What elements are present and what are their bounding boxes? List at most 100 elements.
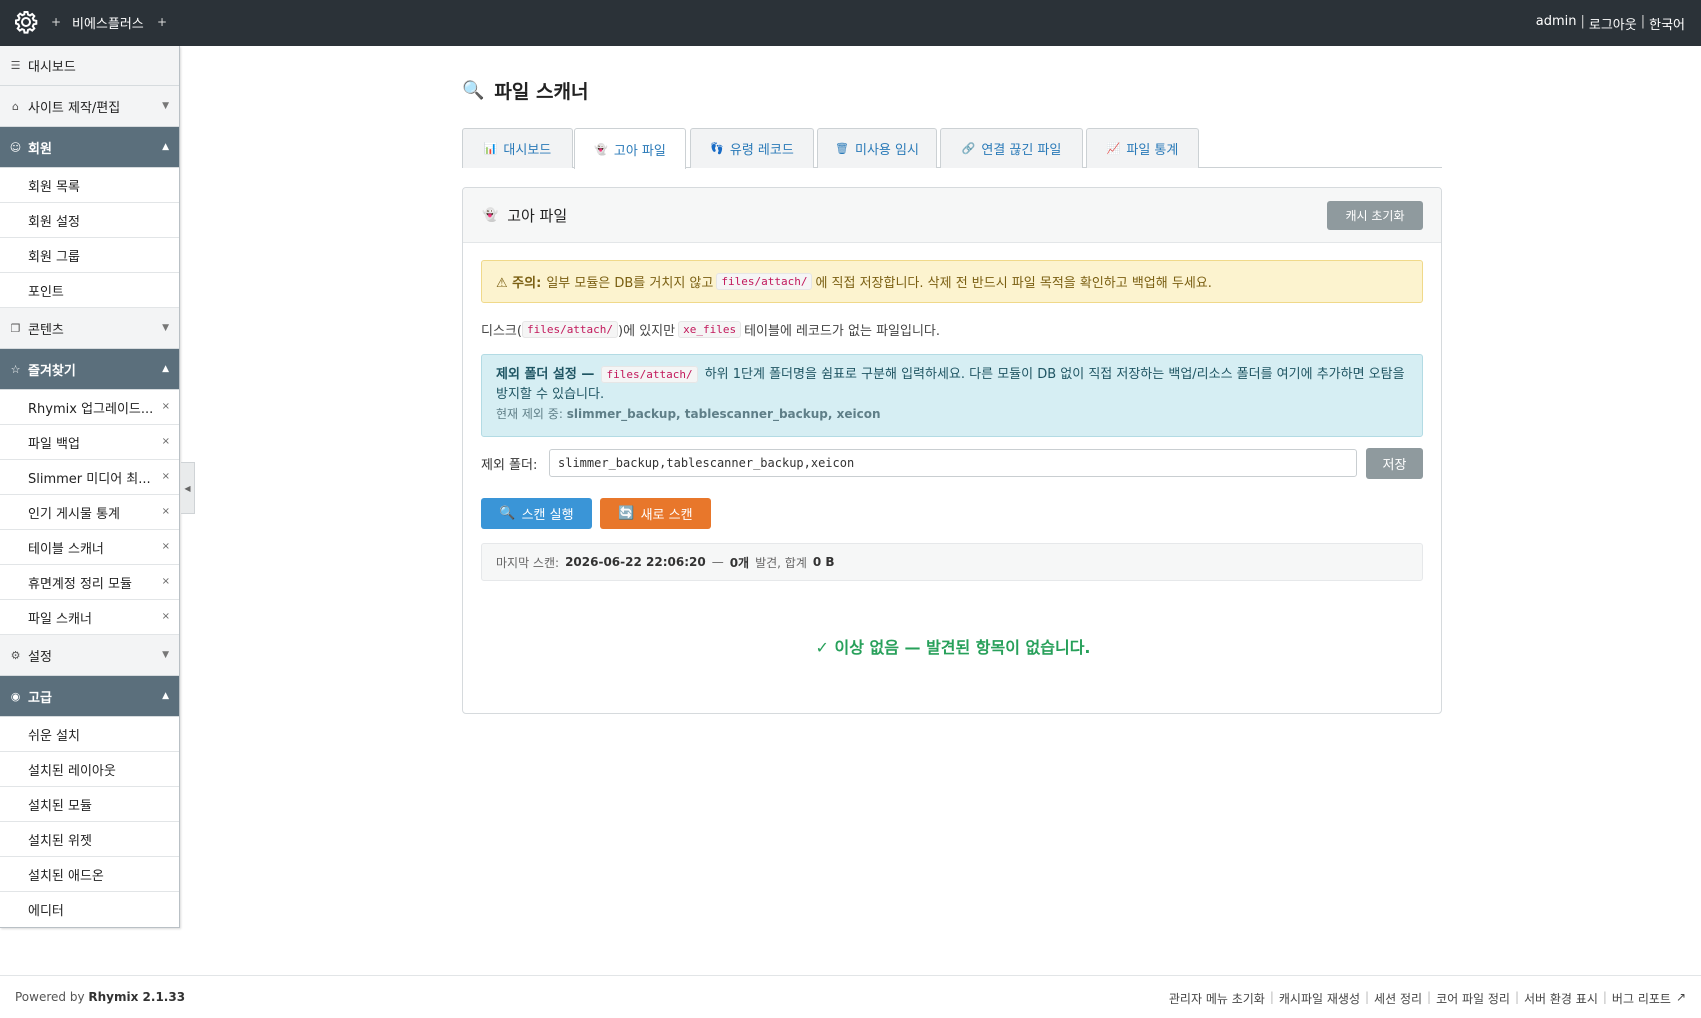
sidebar-item-member-groups[interactable]: 회원 그룹	[0, 238, 179, 273]
run-scan-button[interactable]: 🔍 스캔 실행	[481, 498, 592, 529]
remove-favorite-icon[interactable]: ×	[162, 471, 170, 482]
add-left-button[interactable]: +	[51, 15, 61, 29]
tab-label: 유령 레코드	[729, 143, 794, 158]
bulb-icon: ◉	[10, 689, 21, 703]
footer-link-reset-menu[interactable]: 관리자 메뉴 초기화	[1169, 990, 1265, 1007]
version-link[interactable]: Rhymix 2.1.33	[88, 990, 185, 1004]
remove-favorite-icon[interactable]: ×	[162, 611, 170, 622]
sidebar-collapse-handle[interactable]: ◀	[181, 462, 195, 514]
sidebar-item-widgets[interactable]: 설치된 위젯	[0, 822, 179, 857]
sidebar-item-label: 설치된 레이아웃	[28, 763, 116, 779]
new-scan-label: 새로 스캔	[640, 508, 693, 523]
sidebar-item-favorite[interactable]: Rhymix 업그레이드... ×	[0, 390, 179, 425]
description: 디스크( files/attach/ )에 있지만 xe_files 테이블에 …	[481, 320, 940, 339]
magnifier-icon: 🔍	[462, 79, 485, 101]
sidebar-item-label: 파일 스캐너	[28, 611, 92, 627]
exclude-folders-input[interactable]: slimmer_backup,tablescanner_backup,xeico…	[549, 449, 1357, 477]
remove-favorite-icon[interactable]: ×	[162, 576, 170, 587]
exclude-field-label: 제외 폴더:	[481, 457, 538, 473]
path-code: files/attach/	[521, 321, 619, 338]
sidebar-item-favorite[interactable]: Slimmer 미디어 최... ×	[0, 460, 179, 495]
sidebar-item-label: 휴면계정 정리 모듈	[28, 576, 132, 592]
tab-unused-temp[interactable]: 🗑 미사용 임시	[817, 128, 937, 168]
footer-link-bug-report[interactable]: 버그 리포트	[1612, 990, 1671, 1007]
sidebar-item-layouts[interactable]: 설치된 레이아웃	[0, 752, 179, 787]
chevron-down-icon: ▼	[162, 101, 169, 111]
exclude-current-value: slimmer_backup, tablescanner_backup, xei…	[566, 407, 881, 421]
sidebar-item-member[interactable]: ☺ 회원 ▲	[0, 127, 179, 168]
remove-favorite-icon[interactable]: ×	[162, 401, 170, 412]
sidebar-item-content[interactable]: ❐ 콘텐츠 ▼	[0, 308, 179, 349]
cache-reset-button[interactable]: 캐시 초기화	[1327, 201, 1423, 230]
sidebar-item-favorite[interactable]: 테이블 스캐너 ×	[0, 530, 179, 565]
last-scan-bar: 마지막 스캔: 2026-06-22 22:06:20 — 0개 발견, 합계 …	[481, 543, 1423, 581]
sidebar-item-favorite[interactable]: 파일 백업 ×	[0, 425, 179, 460]
new-scan-button[interactable]: 🔄 새로 스캔	[600, 498, 711, 529]
site-name-link[interactable]: 비에스플러스	[72, 13, 144, 32]
exclude-info-text: 제외 폴더 설정 — files/attach/ 하위 1단계 폴더명을 쉼표로…	[496, 365, 1408, 405]
chevron-up-icon: ▲	[162, 142, 169, 152]
sidebar-item-favorite[interactable]: 인기 게시물 통계 ×	[0, 495, 179, 530]
sidebar-item-editor[interactable]: 에디터	[0, 892, 179, 927]
warning-label: ⚠ 주의:	[496, 276, 542, 291]
sidebar-item-site-edit[interactable]: ⌂ 사이트 제작/편집 ▼	[0, 86, 179, 127]
exclude-info-box: 제외 폴더 설정 — files/attach/ 하위 1단계 폴더명을 쉼표로…	[481, 354, 1423, 437]
tab-disconnected-files[interactable]: 🔗 연결 끊긴 파일	[940, 128, 1083, 168]
tab-label: 연결 끊긴 파일	[981, 143, 1062, 158]
link-icon: 🔗	[961, 142, 976, 155]
sidebar-item-member-settings[interactable]: 회원 설정	[0, 203, 179, 238]
footer-link-regen-cache[interactable]: 캐시파일 재생성	[1279, 990, 1360, 1007]
sidebar-item-modules[interactable]: 설치된 모듈	[0, 787, 179, 822]
tab-file-stats[interactable]: 📈 파일 통계	[1086, 128, 1199, 168]
tab-dashboard[interactable]: 📊 대시보드	[462, 128, 573, 168]
tab-label: 미사용 임시	[855, 143, 919, 158]
user-link[interactable]: admin	[1536, 14, 1577, 33]
sidebar-item-favorite[interactable]: 파일 스캐너 ×	[0, 600, 179, 635]
footer-link-clean-session[interactable]: 세션 정리	[1374, 990, 1422, 1007]
exclude-info-title: 제외 폴더 설정 —	[496, 367, 595, 382]
footer-link-server-env[interactable]: 서버 환경 표시	[1524, 990, 1598, 1007]
footprints-icon: 👣	[710, 142, 724, 155]
sidebar-item-addons[interactable]: 설치된 애드온	[0, 857, 179, 892]
save-button[interactable]: 저장	[1366, 447, 1423, 479]
warning-text: 일부 모듈은 DB를 거치지 않고	[546, 276, 714, 291]
tab-orphan-files[interactable]: 👻 고아 파일	[574, 128, 686, 169]
refresh-icon: 🔄	[618, 506, 635, 521]
separator: |	[1514, 990, 1519, 1004]
separator: |	[1602, 990, 1607, 1004]
sidebar-item-easy-install[interactable]: 쉬운 설치	[0, 717, 179, 752]
description-text: 테이블에 레코드가 없는 파일입니다.	[744, 324, 941, 339]
language-link[interactable]: 한국어	[1649, 14, 1685, 33]
separator: |	[1427, 990, 1432, 1004]
logout-link[interactable]: 로그아웃	[1589, 14, 1637, 33]
sidebar-item-points[interactable]: 포인트	[0, 273, 179, 308]
sidebar-item-label: 설치된 애드온	[28, 868, 104, 884]
warning-alert: ⚠ 주의: 일부 모듈은 DB를 거치지 않고 files/attach/ 에 …	[481, 260, 1423, 303]
page-title: 🔍 파일 스캐너	[462, 72, 1442, 108]
gear-logo-icon[interactable]	[14, 10, 38, 34]
footer-link-clean-core[interactable]: 코어 파일 정리	[1436, 990, 1510, 1007]
tab-ghost-records[interactable]: 👣 유령 레코드	[690, 128, 814, 168]
add-right-button[interactable]: +	[157, 15, 167, 29]
remove-favorite-icon[interactable]: ×	[162, 506, 170, 517]
sidebar-item-settings[interactable]: ⚙ 설정 ▼	[0, 635, 179, 676]
sidebar-item-dashboard[interactable]: ☰ 대시보드	[0, 46, 179, 86]
sidebar-item-favorite[interactable]: 휴면계정 정리 모듈 ×	[0, 565, 179, 600]
external-link-icon: ↗	[1675, 990, 1686, 1004]
remove-favorite-icon[interactable]: ×	[162, 436, 170, 447]
sidebar-item-label: 포인트	[28, 284, 64, 300]
sidebar-item-label: 즐겨찾기	[28, 363, 76, 379]
sidebar-item-favorites[interactable]: ☆ 즐겨찾기 ▲	[0, 349, 179, 390]
exclude-current-label: 현재 제외 중:	[496, 407, 563, 421]
gear-icon: ⚙	[10, 648, 21, 662]
path-code: files/attach/	[601, 366, 698, 383]
separator: |	[1269, 990, 1274, 1004]
sidebar-item-label: 콘텐츠	[28, 322, 64, 338]
remove-favorite-icon[interactable]: ×	[162, 541, 170, 552]
sidebar-item-advanced[interactable]: ◉ 고급 ▲	[0, 676, 179, 717]
sidebar-item-label: 에디터	[28, 904, 64, 919]
copy-icon: ❐	[10, 321, 21, 335]
panel-title: 고아 파일	[507, 206, 568, 225]
sidebar-item-member-list[interactable]: 회원 목록	[0, 168, 179, 203]
footer: Powered by Rhymix 2.1.33 관리자 메뉴 초기화 | 캐시…	[0, 975, 1701, 1018]
